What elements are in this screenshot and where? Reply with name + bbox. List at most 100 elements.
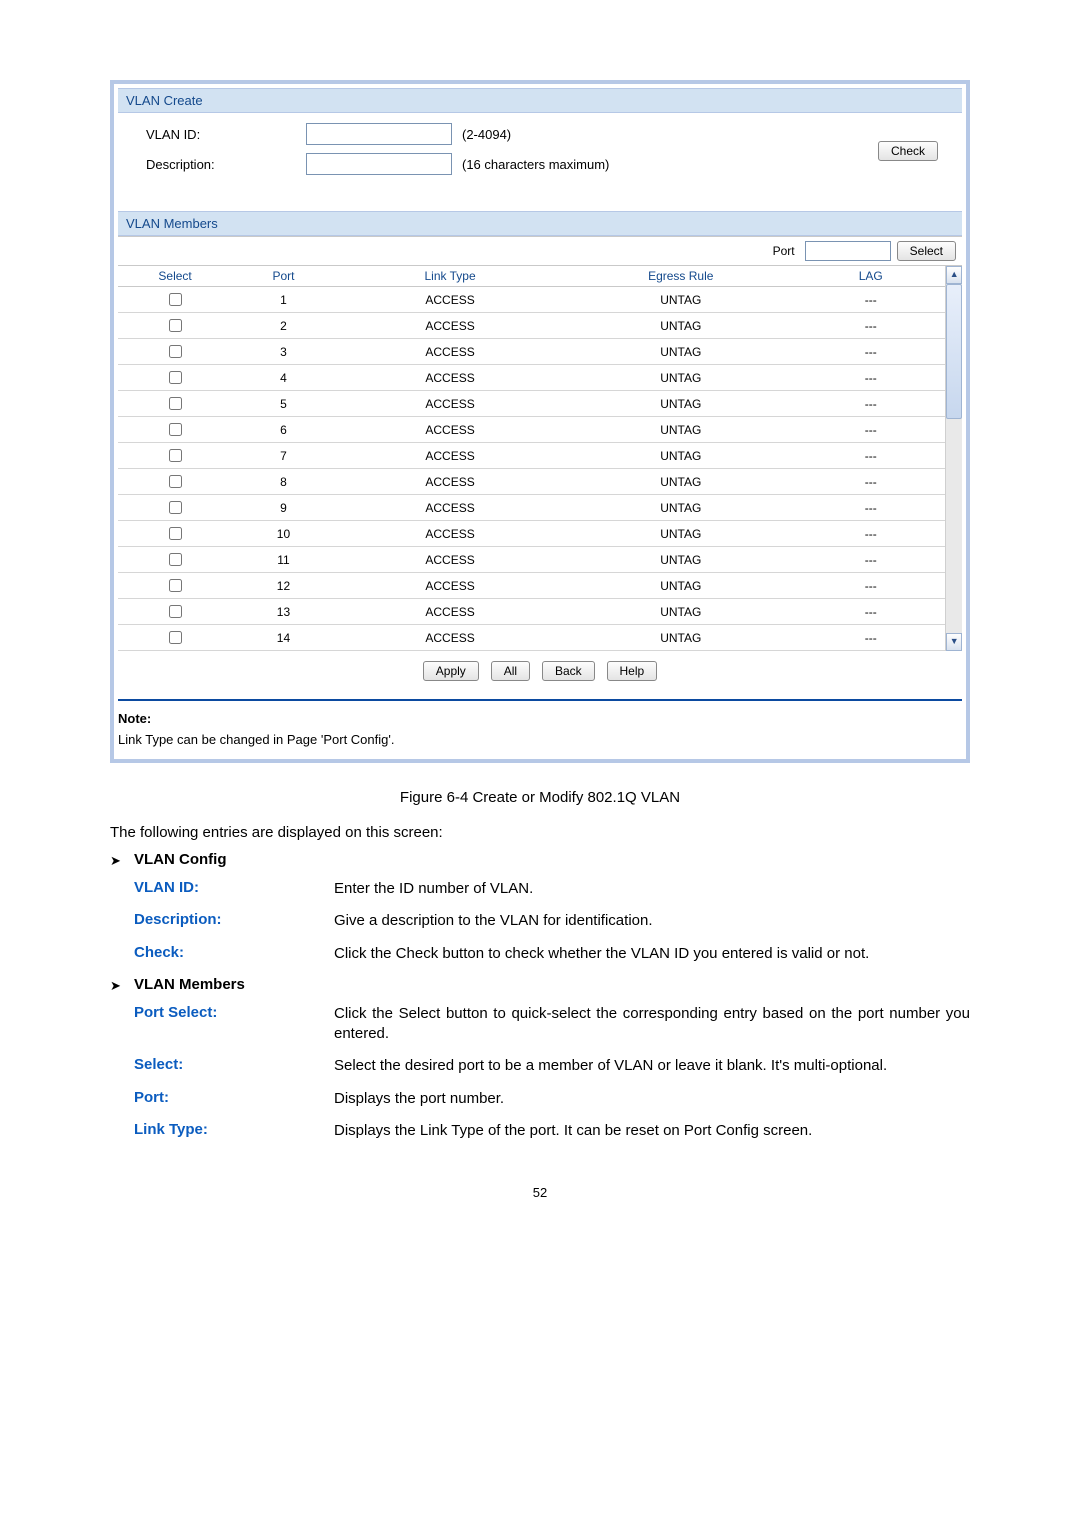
row-egress-rule: UNTAG xyxy=(565,547,796,573)
row-lag: --- xyxy=(796,625,945,651)
description-input[interactable] xyxy=(306,153,452,175)
row-select-checkbox[interactable] xyxy=(169,423,182,436)
row-port: 3 xyxy=(232,339,335,365)
members-actions: Apply All Back Help xyxy=(118,651,962,695)
definition-row: Description:Give a description to the VL… xyxy=(134,911,970,931)
arrow-icon: ➤ xyxy=(110,976,134,996)
back-button[interactable]: Back xyxy=(542,661,595,681)
row-egress-rule: UNTAG xyxy=(565,469,796,495)
members-scrollbar[interactable]: ▲ ▼ xyxy=(945,266,962,651)
table-row: 9ACCESSUNTAG--- xyxy=(118,495,945,521)
definition-term: Check: xyxy=(134,944,334,961)
row-lag: --- xyxy=(796,547,945,573)
row-link-type: ACCESS xyxy=(335,339,566,365)
row-select-checkbox[interactable] xyxy=(169,319,182,332)
intro-line: The following entries are displayed on t… xyxy=(110,824,970,841)
row-egress-rule: UNTAG xyxy=(565,521,796,547)
definition-row: VLAN ID:Enter the ID number of VLAN. xyxy=(134,879,970,899)
row-egress-rule: UNTAG xyxy=(565,365,796,391)
definition-text: Enter the ID number of VLAN. xyxy=(334,879,970,899)
row-lag: --- xyxy=(796,573,945,599)
row-select-checkbox[interactable] xyxy=(169,345,182,358)
scroll-track[interactable] xyxy=(946,284,962,633)
row-select-checkbox[interactable] xyxy=(169,371,182,384)
port-select-button[interactable]: Select xyxy=(897,241,956,261)
definition-list: VLAN ID:Enter the ID number of VLAN.Desc… xyxy=(134,879,970,964)
vlan-members-table: Select Port Link Type Egress Rule LAG 1A… xyxy=(118,266,962,651)
vlan-create-body: VLAN ID: (2-4094) Description: (16 chara… xyxy=(118,113,962,197)
definition-text: Give a description to the VLAN for ident… xyxy=(334,911,970,931)
row-link-type: ACCESS xyxy=(335,521,566,547)
row-egress-rule: UNTAG xyxy=(565,339,796,365)
table-row: 2ACCESSUNTAG--- xyxy=(118,313,945,339)
col-egress-rule: Egress Rule xyxy=(565,266,796,287)
definition-text: Select the desired port to be a member o… xyxy=(334,1056,970,1076)
row-link-type: ACCESS xyxy=(335,625,566,651)
row-select-checkbox[interactable] xyxy=(169,553,182,566)
row-select-checkbox[interactable] xyxy=(169,579,182,592)
row-link-type: ACCESS xyxy=(335,573,566,599)
row-port: 11 xyxy=(232,547,335,573)
definition-term: Description: xyxy=(134,911,334,928)
table-row: 7ACCESSUNTAG--- xyxy=(118,443,945,469)
row-lag: --- xyxy=(796,469,945,495)
scroll-down-icon[interactable]: ▼ xyxy=(946,633,962,651)
row-select-checkbox[interactable] xyxy=(169,397,182,410)
vlan-id-hint: (2-4094) xyxy=(462,127,511,142)
row-select-checkbox[interactable] xyxy=(169,605,182,618)
row-link-type: ACCESS xyxy=(335,469,566,495)
row-lag: --- xyxy=(796,521,945,547)
col-port: Port xyxy=(232,266,335,287)
row-select-checkbox[interactable] xyxy=(169,631,182,644)
definition-term: VLAN ID: xyxy=(134,879,334,896)
app-separator xyxy=(118,699,962,705)
row-egress-rule: UNTAG xyxy=(565,287,796,313)
apply-button[interactable]: Apply xyxy=(423,661,479,681)
check-button[interactable]: Check xyxy=(878,141,938,161)
subsection-title: VLAN Members xyxy=(134,976,245,996)
arrow-icon: ➤ xyxy=(110,851,134,871)
row-link-type: ACCESS xyxy=(335,391,566,417)
row-select-checkbox[interactable] xyxy=(169,293,182,306)
scroll-thumb[interactable] xyxy=(946,284,962,419)
row-select-checkbox[interactable] xyxy=(169,475,182,488)
row-link-type: ACCESS xyxy=(335,599,566,625)
definition-term: Port: xyxy=(134,1089,334,1106)
row-select-checkbox[interactable] xyxy=(169,449,182,462)
app-frame: VLAN Create VLAN ID: (2-4094) Descriptio… xyxy=(110,80,970,763)
row-port: 5 xyxy=(232,391,335,417)
row-link-type: ACCESS xyxy=(335,443,566,469)
doc-subsection: ➤VLAN Config xyxy=(110,851,970,871)
row-egress-rule: UNTAG xyxy=(565,599,796,625)
table-row: 12ACCESSUNTAG--- xyxy=(118,573,945,599)
row-lag: --- xyxy=(796,495,945,521)
row-egress-rule: UNTAG xyxy=(565,417,796,443)
table-row: 11ACCESSUNTAG--- xyxy=(118,547,945,573)
row-port: 7 xyxy=(232,443,335,469)
definition-term: Port Select: xyxy=(134,1004,334,1021)
row-link-type: ACCESS xyxy=(335,547,566,573)
row-lag: --- xyxy=(796,391,945,417)
port-select-label: Port xyxy=(773,244,795,258)
row-select-checkbox[interactable] xyxy=(169,527,182,540)
scroll-up-icon[interactable]: ▲ xyxy=(946,266,962,284)
port-select-input[interactable] xyxy=(805,241,891,261)
help-button[interactable]: Help xyxy=(607,661,658,681)
table-row: 6ACCESSUNTAG--- xyxy=(118,417,945,443)
row-lag: --- xyxy=(796,365,945,391)
col-select: Select xyxy=(118,266,232,287)
row-link-type: ACCESS xyxy=(335,365,566,391)
row-port: 8 xyxy=(232,469,335,495)
definition-text: Displays the port number. xyxy=(334,1089,970,1109)
vlan-id-input[interactable] xyxy=(306,123,452,145)
row-port: 10 xyxy=(232,521,335,547)
all-button[interactable]: All xyxy=(491,661,530,681)
row-port: 14 xyxy=(232,625,335,651)
col-lag: LAG xyxy=(796,266,945,287)
row-egress-rule: UNTAG xyxy=(565,495,796,521)
document-page: VLAN Create VLAN ID: (2-4094) Descriptio… xyxy=(0,0,1080,1240)
description-label: Description: xyxy=(132,157,306,172)
row-link-type: ACCESS xyxy=(335,287,566,313)
definition-term: Link Type: xyxy=(134,1121,334,1138)
row-select-checkbox[interactable] xyxy=(169,501,182,514)
